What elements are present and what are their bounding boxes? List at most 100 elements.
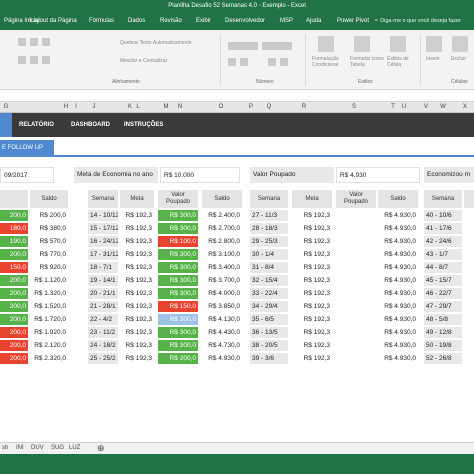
valor-poupado-cell[interactable]: 190,0	[0, 236, 28, 247]
saldo-cell[interactable]: R$ 1.320,0	[30, 288, 68, 299]
conditional-format-button[interactable]: Formatação Condicional	[312, 56, 348, 68]
valor-poupado-cell[interactable]	[336, 353, 376, 364]
meta-cell[interactable]: R$ 192,3	[120, 301, 154, 312]
sheet-tab[interactable]: INI	[16, 445, 24, 451]
add-sheet-icon[interactable]: ⊕	[97, 443, 105, 454]
align-left-icon[interactable]	[18, 56, 26, 64]
valor-poupado-cell[interactable]	[336, 249, 376, 260]
saldo-cell[interactable]: R$ 4.930,0	[378, 249, 418, 260]
delete-cells-icon[interactable]	[452, 36, 468, 52]
meta-cell[interactable]	[464, 353, 474, 364]
comma-style-icon[interactable]	[240, 58, 248, 66]
semana-cell[interactable]: 14 - 10/12	[88, 210, 118, 221]
saldo-cell[interactable]: R$ 3.400,0	[202, 262, 242, 273]
nav-instrucoes[interactable]: INSTRUÇÕES	[124, 122, 163, 128]
meta-cell[interactable]	[464, 288, 474, 299]
valor-poupado-cell[interactable]: R$ 300,0	[158, 262, 198, 273]
insert-cells-icon[interactable]	[426, 36, 442, 52]
valor-poupado-cell[interactable]: 200,0	[0, 288, 28, 299]
saldo-cell[interactable]: R$ 4.930,0	[378, 327, 418, 338]
saldo-cell[interactable]: R$ 1.120,0	[30, 275, 68, 286]
column-header[interactable]: M	[160, 104, 172, 110]
start-date-cell[interactable]: 09/2017	[0, 167, 54, 183]
saldo-cell[interactable]: R$ 3.100,0	[202, 249, 242, 260]
saldo-cell[interactable]: R$ 1.720,0	[30, 314, 68, 325]
valor-poupado-cell[interactable]: 150,0	[0, 262, 28, 273]
tab-msp[interactable]: MSP	[280, 18, 293, 24]
tell-me-search[interactable]: ⚬ Diga-me o que você deseja fazer	[374, 18, 474, 30]
saldo-cell[interactable]: R$ 4.930,0	[378, 223, 418, 234]
insert-cells-button[interactable]: Inserir	[426, 56, 440, 62]
saldo-cell[interactable]: R$ 3.850,0	[202, 301, 242, 312]
semana-cell[interactable]: 33 - 22/4	[250, 288, 288, 299]
saldo-cell[interactable]: R$ 4.730,0	[202, 340, 242, 351]
saldo-cell[interactable]: R$ 3.700,0	[202, 275, 242, 286]
semana-cell[interactable]: 17 - 31/12	[88, 249, 118, 260]
meta-cell[interactable]	[464, 249, 474, 260]
meta-cell[interactable]: R$ 192,3	[120, 353, 154, 364]
meta-cell[interactable]: R$ 192,3	[292, 288, 332, 299]
number-format-dropdown[interactable]	[228, 42, 258, 50]
semana-cell[interactable]: 49 - 12/8	[424, 327, 462, 338]
meta-cell[interactable]: R$ 192,3	[120, 262, 154, 273]
valor-poupado-cell[interactable]: R$ 300,0	[158, 275, 198, 286]
valor-poupado-cell[interactable]: 200,0	[0, 249, 28, 260]
meta-cell[interactable]: R$ 192,3	[292, 275, 332, 286]
currency-format-dropdown[interactable]	[262, 42, 292, 50]
meta-cell[interactable]: R$ 192,3	[292, 262, 332, 273]
meta-cell[interactable]	[464, 340, 474, 351]
align-right-icon[interactable]	[42, 56, 50, 64]
saldo-cell[interactable]: R$ 380,0	[30, 223, 68, 234]
column-header[interactable]: G	[0, 104, 12, 110]
semana-cell[interactable]: 32 - 15/4	[250, 275, 288, 286]
valor-poupado-cell[interactable]	[336, 340, 376, 351]
meta-cell[interactable]	[464, 275, 474, 286]
column-header[interactable]: O	[215, 104, 227, 110]
meta-cell[interactable]: R$ 192,3	[120, 327, 154, 338]
cell-styles-icon[interactable]	[390, 36, 406, 52]
meta-cell[interactable]	[464, 236, 474, 247]
column-header[interactable]: P	[245, 104, 257, 110]
meta-cell[interactable]: R$ 192,3	[120, 223, 154, 234]
saldo-cell[interactable]: R$ 4.930,0	[378, 275, 418, 286]
column-header[interactable]: W	[437, 104, 449, 110]
meta-cell[interactable]	[464, 327, 474, 338]
semana-cell[interactable]: 39 - 3/6	[250, 353, 288, 364]
saldo-cell[interactable]: R$ 4.930,0	[378, 288, 418, 299]
meta-cell[interactable]: R$ 192,3	[292, 327, 332, 338]
saldo-cell[interactable]: R$ 2.800,0	[202, 236, 242, 247]
saldo-cell[interactable]: R$ 570,0	[30, 236, 68, 247]
meta-cell[interactable]: R$ 192,3	[292, 301, 332, 312]
valor-poupado-cell[interactable]: R$ 200,0	[158, 353, 198, 364]
tab-view[interactable]: Exibir	[196, 18, 211, 24]
valor-poupado-cell[interactable]: 180,0	[0, 223, 28, 234]
column-header[interactable]: J	[88, 104, 100, 110]
semana-cell[interactable]: 16 - 24/12	[88, 236, 118, 247]
valor-poupado-cell[interactable]: 200,0	[0, 340, 28, 351]
saldo-cell[interactable]: R$ 4.930,0	[378, 353, 418, 364]
saldo-cell[interactable]: R$ 2.400,0	[202, 210, 242, 221]
valor-poupado-cell[interactable]	[336, 327, 376, 338]
meta-cell[interactable]: R$ 192,3	[292, 236, 332, 247]
meta-cell[interactable]	[464, 262, 474, 273]
conditional-format-icon[interactable]	[318, 36, 334, 52]
tab-developer[interactable]: Desenvolvedor	[225, 18, 265, 24]
column-header[interactable]: L	[132, 104, 144, 110]
semana-cell[interactable]: 47 - 29/7	[424, 301, 462, 312]
saldo-cell[interactable]: R$ 4.930,0	[378, 262, 418, 273]
valor-poupado-cell[interactable]	[336, 314, 376, 325]
semana-cell[interactable]: 27 - 11/3	[250, 210, 288, 221]
saldo-cell[interactable]: R$ 1.520,0	[30, 301, 68, 312]
valor-poupado-cell[interactable]	[336, 301, 376, 312]
valor-poupado-cell[interactable]: 200,0	[0, 327, 28, 338]
semana-cell[interactable]: 18 - 7/1	[88, 262, 118, 273]
align-middle-icon[interactable]	[30, 38, 38, 46]
valor-poupado-cell[interactable]: R$ 150,0	[158, 301, 198, 312]
meta-cell[interactable]: R$ 192,3	[292, 249, 332, 260]
saldo-cell[interactable]: R$ 2.120,0	[30, 340, 68, 351]
sheet-tab[interactable]: LUZ	[69, 445, 80, 451]
saldo-cell[interactable]: R$ 4.930,0	[378, 340, 418, 351]
semana-cell[interactable]: 46 - 22/7	[424, 288, 462, 299]
semana-cell[interactable]: 38 - 20/5	[250, 340, 288, 351]
semana-cell[interactable]: 24 - 18/2	[88, 340, 118, 351]
